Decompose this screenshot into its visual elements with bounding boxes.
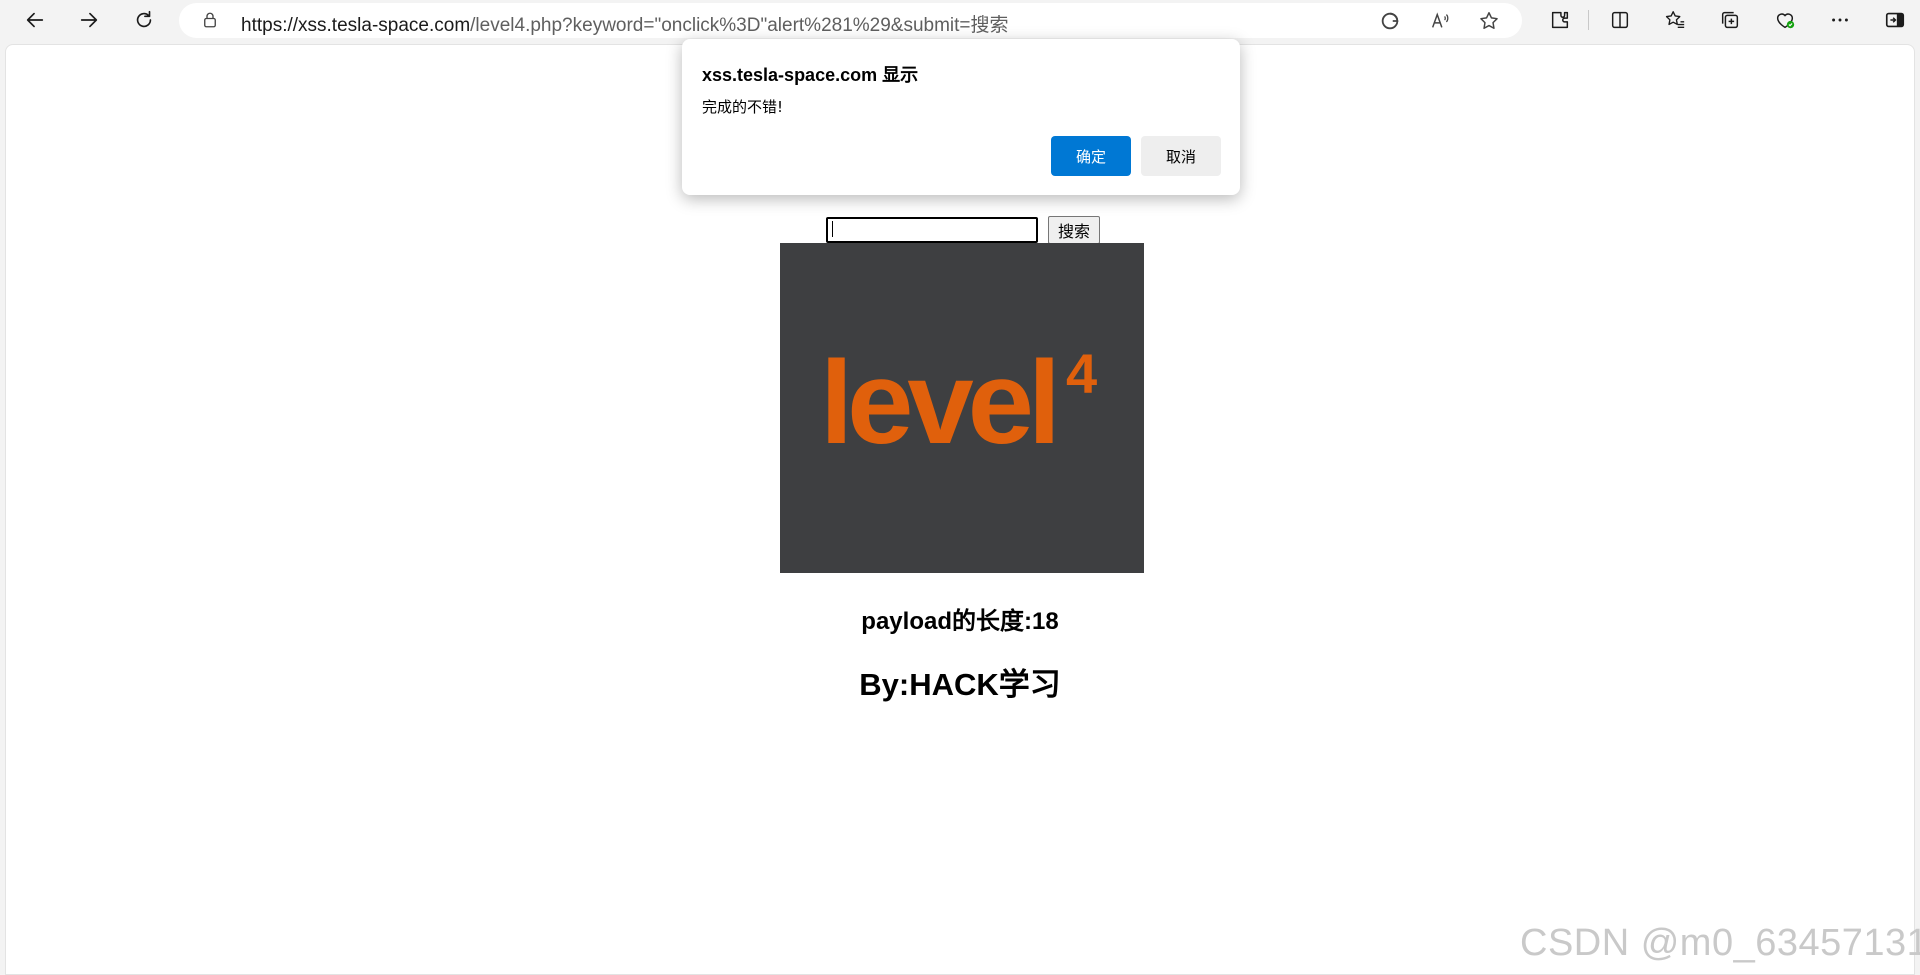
more-icon bbox=[1832, 18, 1848, 22]
favorites-button[interactable] bbox=[1658, 4, 1692, 36]
forward-button[interactable] bbox=[72, 4, 106, 36]
sidebar-icon bbox=[1885, 12, 1905, 28]
collections-button[interactable] bbox=[1713, 4, 1747, 36]
level-logo-superscript: 4 bbox=[1066, 342, 1097, 405]
forward-arrow-icon bbox=[80, 12, 98, 28]
level-logo-text: level bbox=[820, 337, 1055, 469]
cancel-button[interactable]: 取消 bbox=[1141, 136, 1221, 176]
ok-button[interactable]: 确定 bbox=[1051, 136, 1131, 176]
favorite-button[interactable] bbox=[1477, 9, 1501, 33]
url-path: /level4.php?keyword="onclick%3D"alert%28… bbox=[470, 15, 1009, 36]
level4-logo: level 4 bbox=[820, 337, 1097, 469]
level4-image: level 4 bbox=[780, 243, 1144, 573]
read-aloud-button[interactable] bbox=[1428, 9, 1452, 33]
back-button[interactable] bbox=[18, 4, 52, 36]
read-aloud-icon bbox=[1431, 12, 1449, 28]
split-screen-icon bbox=[1611, 11, 1629, 29]
sidebar-button[interactable] bbox=[1878, 4, 1912, 36]
byline-text: By:HACK学习 bbox=[859, 667, 1061, 702]
keyword-input[interactable] bbox=[826, 217, 1038, 243]
favorites-icon bbox=[1665, 11, 1685, 29]
toolbar-separator bbox=[1588, 10, 1589, 30]
edge-refresh-icon bbox=[1381, 12, 1399, 30]
refresh-button[interactable] bbox=[127, 4, 161, 36]
payload-length-text: payload的长度:18 bbox=[861, 608, 1059, 635]
text-cursor bbox=[832, 221, 833, 237]
extensions-icon bbox=[1551, 11, 1569, 29]
dialog-title: xss.tesla-space.com 显示 bbox=[702, 65, 919, 85]
more-button[interactable] bbox=[1823, 4, 1857, 36]
url-text[interactable]: https://xss.tesla-space.com/level4.php?k… bbox=[241, 10, 1009, 37]
back-arrow-icon bbox=[26, 12, 44, 28]
edge-refresh-button[interactable] bbox=[1378, 9, 1402, 33]
csdn-watermark: CSDN @m0_63457131 bbox=[1520, 922, 1920, 964]
refresh-icon bbox=[136, 10, 152, 28]
split-screen-button[interactable] bbox=[1603, 4, 1637, 36]
dialog-message: 完成的不错! bbox=[702, 98, 784, 116]
browser-essentials-button[interactable] bbox=[1768, 4, 1802, 36]
collections-icon bbox=[1721, 11, 1739, 29]
extensions-button[interactable] bbox=[1543, 4, 1577, 36]
browser-toolbar: https://xss.tesla-space.com/level4.php?k… bbox=[0, 0, 1920, 41]
lock-icon[interactable] bbox=[201, 11, 219, 29]
address-bar[interactable]: https://xss.tesla-space.com/level4.php?k… bbox=[179, 3, 1522, 38]
url-host: https://xss.tesla-space.com bbox=[241, 15, 471, 36]
browser-essentials-icon bbox=[1776, 13, 1795, 29]
search-button[interactable]: 搜索 bbox=[1048, 216, 1100, 244]
alert-dialog: xss.tesla-space.com 显示 完成的不错! 确定 取消 bbox=[682, 39, 1240, 195]
favorite-star-icon bbox=[1480, 12, 1498, 29]
